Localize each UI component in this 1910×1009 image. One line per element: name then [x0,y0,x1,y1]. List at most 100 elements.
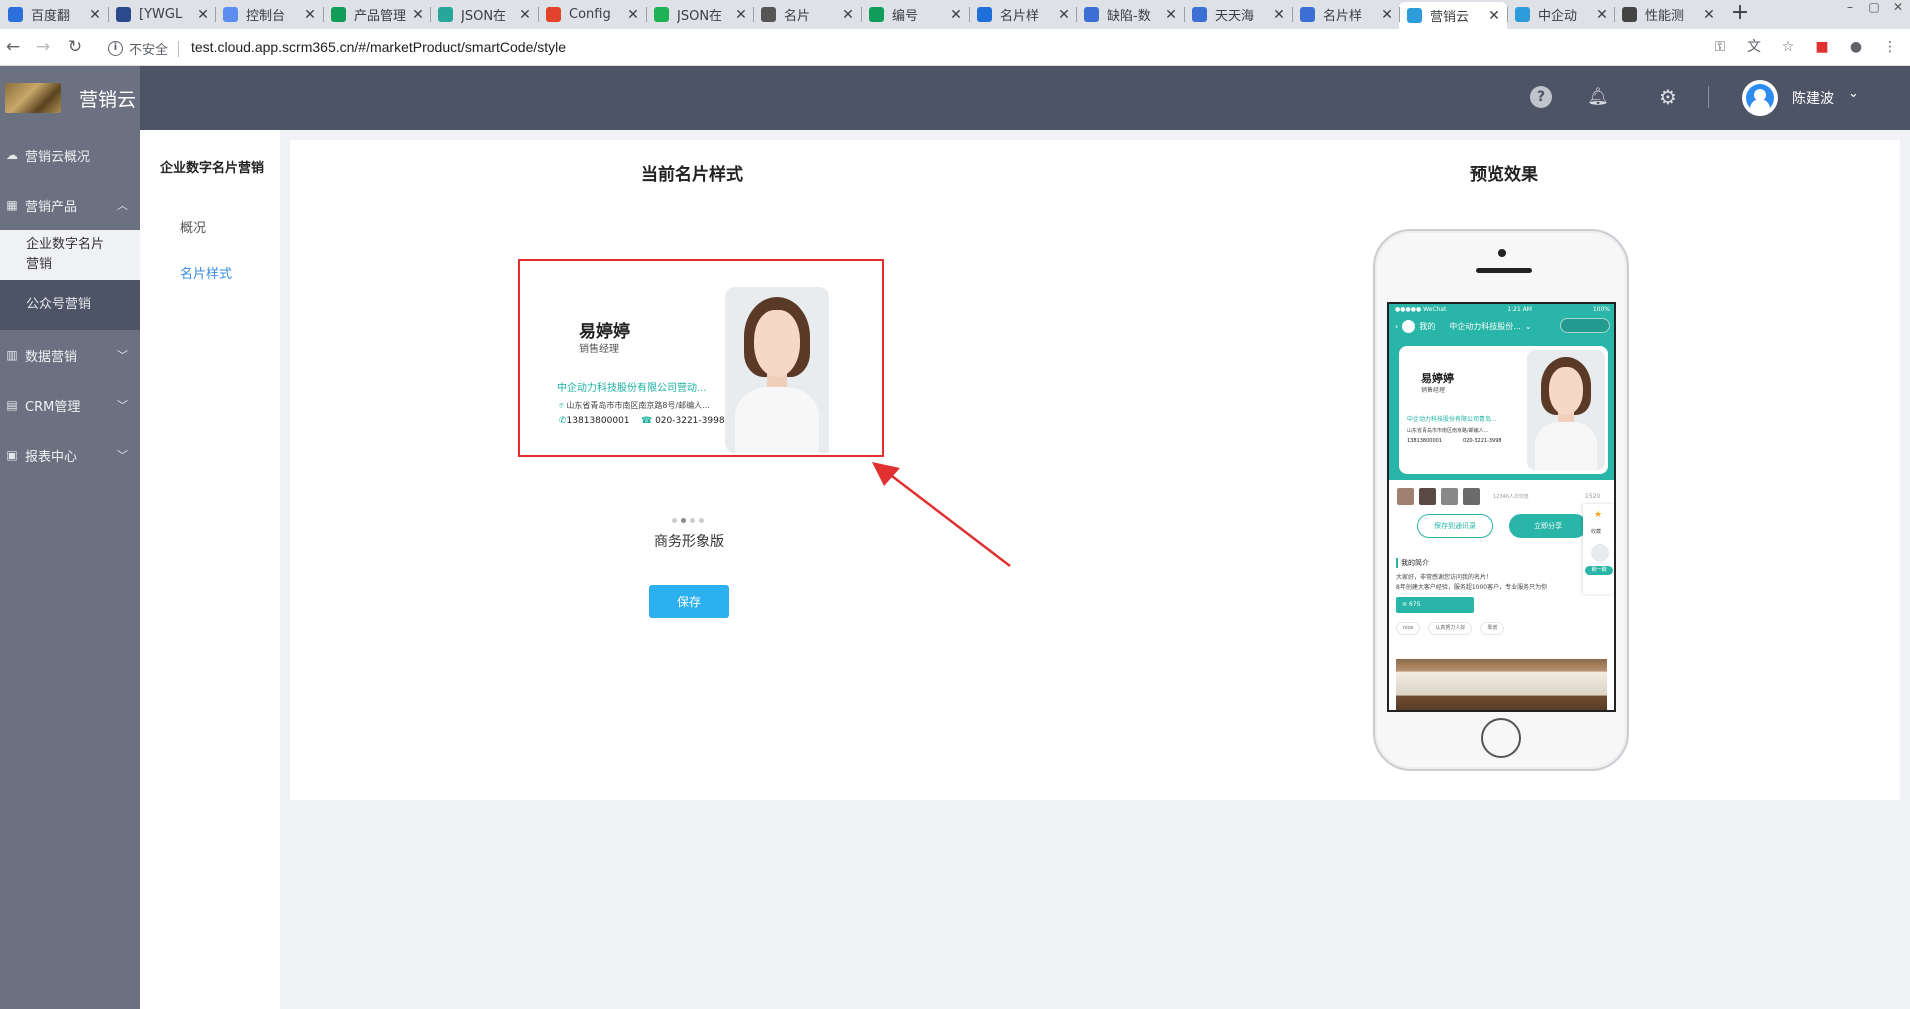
sidebar-item-crm[interactable]: ▤ CRM管理 ﹀ [0,380,140,430]
close-icon[interactable]: ✕ [734,7,748,23]
avatar[interactable] [1742,80,1778,116]
visitor-count: 12346人次浏览 [1493,494,1529,500]
window-close-icon[interactable]: ✕ [1886,0,1910,20]
card-name: 易婷婷 [579,322,630,342]
close-icon[interactable]: ✕ [949,7,963,23]
star-icon: ★ [1594,510,1603,520]
carousel-dot[interactable] [690,518,695,523]
business-card[interactable]: 易婷婷 销售经理 中企动力科技股份有限公司营动... ⌾ 山东省青岛市市南区南京… [527,287,829,453]
browser-tab-bar: 性能测 ✕ 中企动 ✕ 营销云 ✕ 名片样 ✕ 天天海 ✕ 缺陷-数 ✕ 名片样 ✕ 编号 ✕ 名片 ✕ JSON在… [0,0,1910,29]
close-icon[interactable]: ✕ [88,7,102,23]
tab-divider [108,7,109,22]
chevron-down-icon: ⌄ [1524,322,1532,331]
bell-icon[interactable]: 🔔︎ [1587,86,1609,108]
tab-title: 名片样 [1000,9,1040,24]
tab-title: 营销云 [1430,10,1470,25]
doc-icon [1300,7,1315,22]
phone-nav-bar: ‹ 我的 中企动力科技股份... ⌄ [1395,318,1610,333]
close-icon[interactable]: ✕ [1272,7,1286,23]
browser-tab[interactable]: 中企动 ✕ [1507,2,1615,27]
browser-tab[interactable]: Config ✕ [538,2,646,27]
username[interactable]: 陈建波 [1792,88,1834,108]
tab-title: 名片样 [1323,9,1363,24]
app-name: 营销云 [79,88,137,111]
carousel-dots[interactable] [672,518,704,523]
tab-divider [1184,7,1185,22]
browser-tab[interactable]: 性能测 ✕ [1614,2,1722,27]
bookmark-star-icon[interactable]: ☆ [1778,37,1798,57]
browser-tab[interactable]: JSON在 ✕ [430,2,538,27]
telephone-icon: ☎ [641,416,656,426]
key-icon[interactable]: ⚿ [1710,37,1730,57]
back-icon[interactable]: ← [2,37,24,59]
card-company: 中企动力科技股份有限公司营动... [557,383,707,394]
reload-icon[interactable]: ↻ [64,37,86,59]
close-icon[interactable]: ✕ [1702,7,1716,23]
card-position: 销售经理 [579,344,619,355]
preview-title: 预览效果 [1470,165,1538,185]
browser-tab[interactable]: 天天海 ✕ [1184,2,1292,27]
close-icon[interactable]: ✕ [1595,7,1609,23]
browser-tab[interactable]: 名片样 ✕ [969,2,1077,27]
translate-icon[interactable]: 文 [1744,37,1764,57]
sidebar-item-reports[interactable]: ▣ 报表中心 ﹀ [0,430,140,480]
sidebar-item-label: 报表中心 [25,449,78,465]
subnav-link-card-style[interactable]: 名片样式 [180,263,232,282]
browser-tab[interactable]: JSON在 ✕ [646,2,754,27]
browser-tab[interactable]: 营销云 ✕ [1399,2,1507,29]
menu-icon[interactable]: ⋮ [1880,37,1900,57]
minimize-icon[interactable]: – [1838,0,1862,20]
sidebar-item-wechat-account[interactable]: 公众号营销 [0,280,140,330]
browser-tab[interactable]: 百度翻 ✕ [0,2,108,27]
browser-tab[interactable]: 编号 ✕ [861,2,969,27]
close-icon[interactable]: ✕ [626,7,640,23]
address-bar: ← → ↻ i 不安全 test.cloud.app.scrm365.cn/#/… [0,29,1910,66]
close-icon[interactable]: ✕ [303,7,317,23]
save-button[interactable]: 保存 [649,585,729,618]
sheet-icon [869,7,884,22]
help-icon[interactable]: ? [1530,86,1552,108]
tab-title: Config [569,7,611,22]
browser-tab[interactable]: [YWGL ✕ [108,2,216,27]
browser-tab[interactable]: 名片样 ✕ [1292,2,1400,27]
carousel-dot[interactable] [672,518,677,523]
doc-icon [1192,7,1207,22]
gear-icon[interactable]: ⚙ [1657,86,1679,108]
close-icon[interactable]: ✕ [841,7,855,23]
forward-icon[interactable]: → [32,37,54,59]
browser-tab[interactable]: 控制台 ✕ [215,2,323,27]
visitor-avatar [1419,488,1436,505]
tab-divider [1614,7,1615,22]
sidebar-item-products[interactable]: ▦ 营销产品 ︿ [0,180,140,230]
tab-divider [538,7,539,22]
close-icon[interactable]: ✕ [1487,8,1501,24]
sidebar-item-overview[interactable]: ☁ 营销云概况 [0,130,140,180]
preview-card-name: 易婷婷 [1421,372,1454,385]
close-icon[interactable]: ✕ [1164,7,1178,23]
browser-tab[interactable]: 产品管理 ✕ [323,2,431,27]
url-field[interactable]: test.cloud.app.scrm365.cn/#/marketProduc… [191,39,566,55]
browser-tab[interactable]: 缺陷-数 ✕ [1076,2,1184,27]
impression-tags: nice 认真努力人好 靠谱 [1396,622,1611,635]
profile-icon[interactable]: ● [1846,37,1866,57]
new-tab-button[interactable]: + [1728,2,1752,26]
carousel-dot[interactable] [699,518,704,523]
sidebar-item-digital-card[interactable]: 企业数字名片营销 [0,230,140,280]
maximize-icon[interactable]: ▢ [1862,0,1886,20]
subnav-link-overview[interactable]: 概况 [180,217,206,236]
logo[interactable]: 营销云 [0,66,140,130]
extension-icon[interactable]: ■ [1812,37,1832,57]
browser-tab[interactable]: 名片 ✕ [753,2,861,27]
close-icon[interactable]: ✕ [411,7,425,23]
avatar [1402,320,1416,333]
close-icon[interactable]: ✕ [1057,7,1071,23]
security-indicator[interactable]: i 不安全 [108,39,180,58]
close-icon[interactable]: ✕ [1380,7,1394,23]
close-icon[interactable]: ✕ [518,7,532,23]
perf-icon [1622,7,1637,22]
chevron-down-icon[interactable]: ⌄ [1848,86,1859,101]
nav-back-label: 我的 [1419,322,1436,331]
sidebar-item-data-marketing[interactable]: ▥ 数据营销 ﹀ [0,330,140,380]
close-icon[interactable]: ✕ [196,7,210,23]
carousel-dot[interactable] [681,518,686,523]
